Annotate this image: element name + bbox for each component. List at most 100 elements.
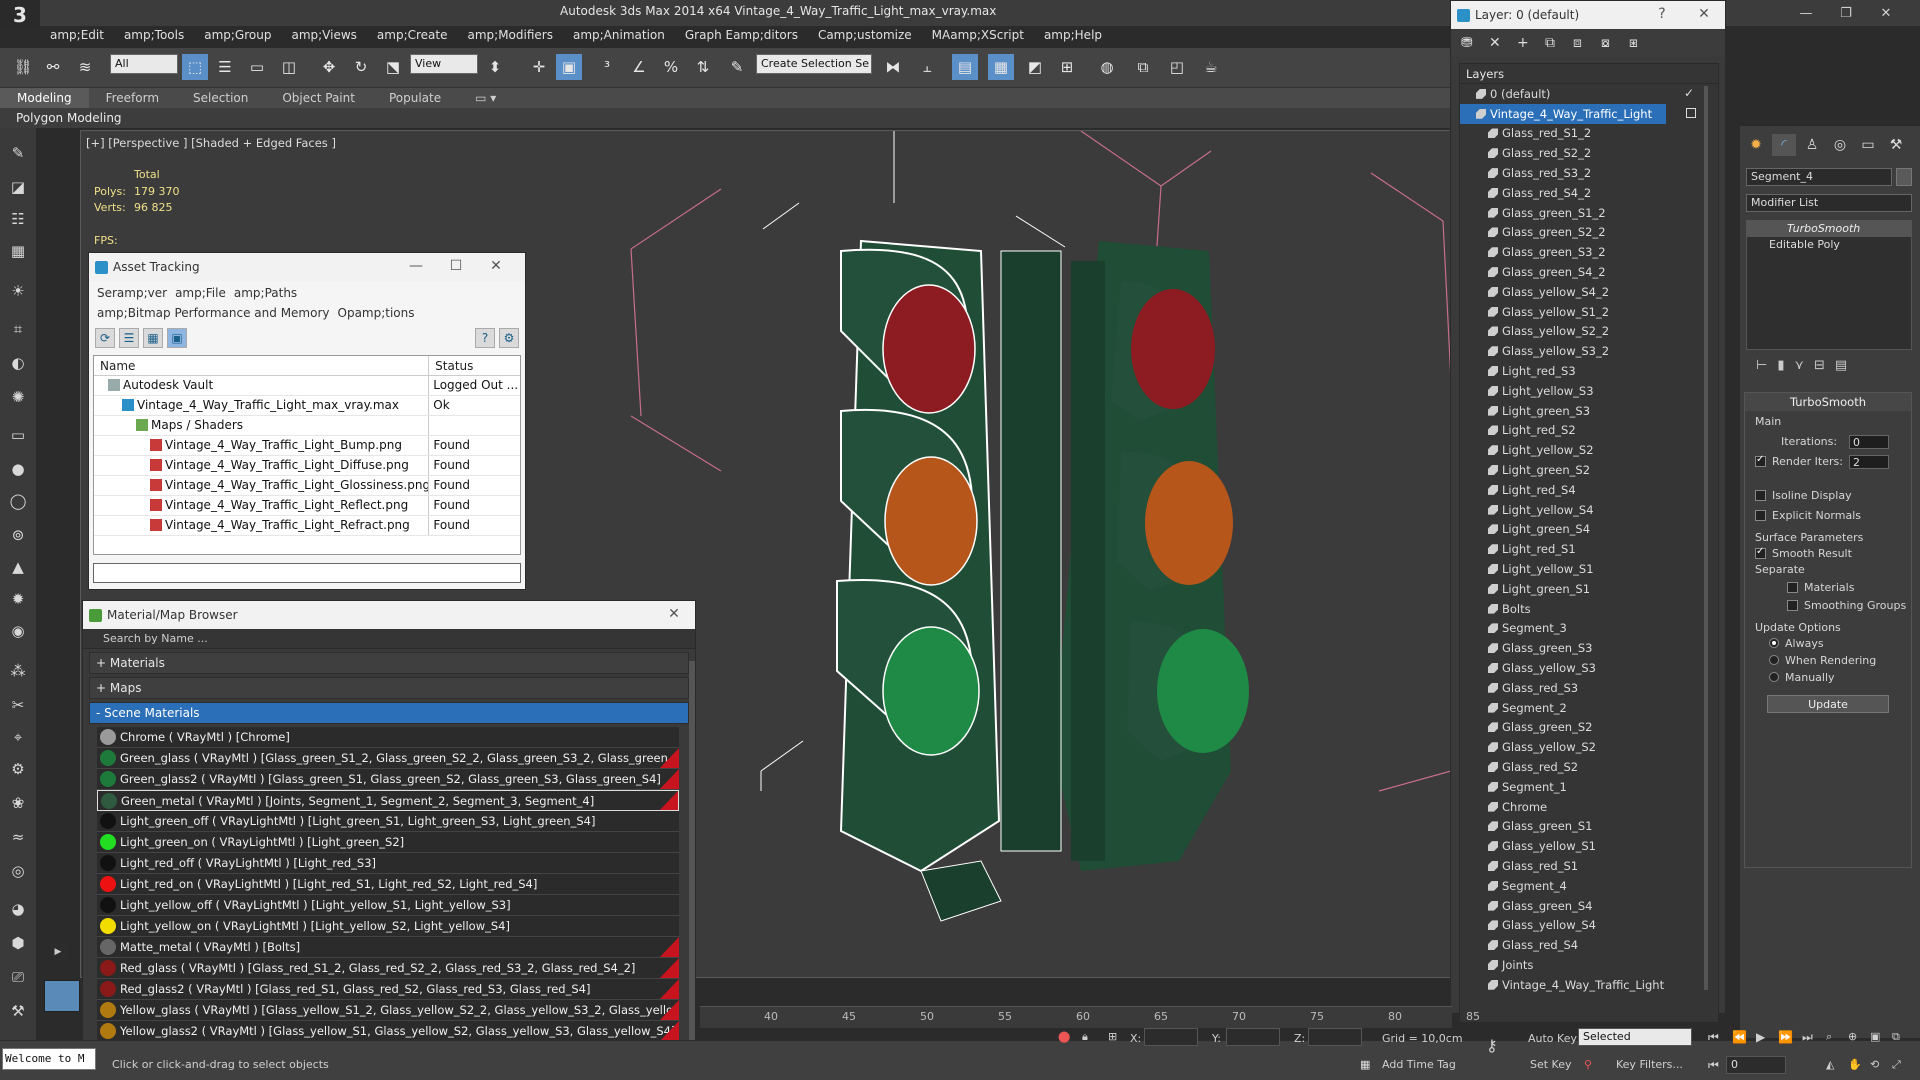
tab-modeling[interactable]: Modeling [0, 88, 89, 108]
minimize-icon[interactable]: — [405, 258, 427, 274]
layer-object-row[interactable]: Light_yellow_S2 [1460, 440, 1718, 460]
asset-path-field[interactable] [93, 563, 521, 583]
utilities-tab-icon[interactable]: ⚒ [1884, 134, 1908, 156]
render-production-icon[interactable]: ☕ [1198, 54, 1224, 80]
menu-views[interactable]: amp;Views [281, 26, 366, 46]
material-item[interactable]: Matte_metal ( VRayMtl ) [Bolts] [97, 937, 679, 958]
move-icon[interactable]: ✥ [316, 54, 342, 80]
list-view-icon[interactable]: ☰ [119, 328, 139, 348]
layer-object-row[interactable]: Joints [1460, 955, 1718, 975]
material-item[interactable]: Red_glass ( VRayMtl ) [Glass_red_S1_2, G… [97, 958, 679, 979]
zoom-extents-all-icon[interactable]: ⧉ [1892, 1030, 1900, 1044]
app-menu-button[interactable]: 3 [0, 0, 40, 30]
layer-object-row[interactable]: Glass_green_S3 [1460, 638, 1718, 658]
menu-tools[interactable]: amp;Tools [114, 26, 194, 46]
material-item[interactable]: Light_green_on ( VRayLightMtl ) [Light_g… [97, 832, 679, 853]
select-manipulate-icon[interactable]: ✛ [526, 54, 552, 80]
material-item[interactable]: Red_glass2 ( VRayMtl ) [Glass_red_S1, Gl… [97, 979, 679, 1000]
add-time-tag-icon[interactable]: ▦ [1360, 1058, 1370, 1071]
set-current-layer-icon[interactable]: ⧇ [1601, 35, 1623, 51]
tab-object-paint[interactable]: Object Paint [265, 88, 372, 108]
layer-object-row[interactable]: Segment_3 [1460, 619, 1718, 639]
close-icon[interactable]: ✕ [485, 258, 507, 274]
layer-object-row[interactable]: Segment_1 [1460, 777, 1718, 797]
layer-object-row[interactable]: Glass_yellow_S2_2 [1460, 322, 1718, 342]
asset-row[interactable]: Autodesk Vault Logged Out ... [94, 376, 520, 396]
when-rendering-radio[interactable] [1769, 655, 1779, 665]
manually-radio[interactable] [1769, 672, 1779, 682]
material-item[interactable]: Green_glass2 ( VRayMtl ) [Glass_green_S1… [97, 769, 679, 790]
auto-key-button[interactable]: Auto Key [1528, 1032, 1577, 1045]
col-name[interactable]: Name [94, 356, 430, 375]
torus-icon[interactable]: ◯ [6, 490, 30, 512]
layer-object-row[interactable]: Glass_yellow_S4 [1460, 915, 1718, 935]
modifier-list-dropdown[interactable]: Modifier List [1746, 194, 1912, 212]
configure-sets-icon[interactable]: ▤ [1835, 358, 1847, 378]
layer-object-row[interactable]: Glass_red_S4_2 [1460, 183, 1718, 203]
set-key-icon[interactable]: ⚲ [1584, 1058, 1592, 1071]
orbit-icon[interactable]: ⟲ [1870, 1058, 1879, 1071]
object-color-swatch[interactable] [1896, 168, 1912, 186]
layer-explorer-icon[interactable]: ▤ [952, 54, 978, 80]
col-status[interactable]: Status [429, 356, 520, 375]
select-object-icon[interactable]: ⬚ [182, 54, 208, 80]
modify-tab-icon[interactable]: ◜ [1772, 134, 1796, 156]
set-key-button[interactable]: Set Key [1530, 1058, 1572, 1071]
layer-scrollbar[interactable] [1704, 86, 1708, 990]
at-menu-bitmap[interactable]: amp;Bitmap Performance and Memory [93, 303, 334, 323]
play-icon[interactable]: ▶ [1756, 1030, 1765, 1044]
layer-object-row[interactable]: Glass_red_S3_2 [1460, 163, 1718, 183]
selection-filter-dropdown[interactable]: All [110, 54, 178, 74]
sun-icon[interactable]: ✹ [6, 588, 30, 610]
maximize-viewport-icon[interactable]: ⤢ [1892, 1058, 1901, 1072]
sphere-icon[interactable]: ● [6, 458, 30, 480]
help-icon[interactable]: ? [1651, 6, 1673, 22]
close-icon[interactable]: ✕ [663, 606, 685, 622]
box-icon[interactable]: ▭ [6, 424, 30, 446]
menu-graph-editors[interactable]: Graph Eamp;ditors [675, 26, 808, 46]
menu-animation[interactable]: amp;Animation [563, 26, 675, 46]
grid-icon[interactable]: ▦ [6, 240, 30, 262]
y-field[interactable] [1226, 1028, 1280, 1046]
light-icon[interactable]: ☀ [6, 280, 30, 302]
at-menu-options[interactable]: Opamp;tions [334, 303, 419, 323]
percent-snap-icon[interactable]: % [658, 54, 684, 80]
hierarchy-icon[interactable]: ☷ [6, 208, 30, 230]
layer-object-row[interactable]: Glass_green_S4 [1460, 896, 1718, 916]
layer-object-row[interactable]: Segment_2 [1460, 698, 1718, 718]
stack-item-editable-poly[interactable]: Editable Poly [1747, 237, 1911, 253]
layer-filter-icon[interactable]: ⛃ [1461, 35, 1483, 51]
close-icon[interactable]: ✕ [1866, 2, 1906, 24]
tab-populate[interactable]: Populate [372, 88, 458, 108]
always-radio[interactable] [1769, 638, 1779, 648]
layer-object-row[interactable]: Light_yellow_S3 [1460, 381, 1718, 401]
display-icon[interactable]: ⎚ [6, 966, 30, 988]
add-layer-icon[interactable]: + [1517, 35, 1539, 51]
section-maps[interactable]: + Maps [89, 677, 689, 699]
section-scene-materials[interactable]: - Scene Materials [89, 702, 689, 724]
reference-coordinate-dropdown[interactable]: View [410, 54, 478, 74]
layer-row[interactable]: Vintage_4_Way_Traffic_Light [1460, 103, 1696, 124]
edit-named-selection-icon[interactable]: ✎ [724, 54, 750, 80]
snap-toggle-icon[interactable]: ³ [594, 54, 620, 80]
layer-object-row[interactable]: Glass_red_S1_2 [1460, 124, 1718, 144]
layer-object-row[interactable]: Glass_yellow_S1 [1460, 836, 1718, 856]
layer-object-row[interactable]: Light_yellow_S1 [1460, 559, 1718, 579]
zoom-extents-icon[interactable]: ▣ [1870, 1030, 1880, 1043]
minimize-icon[interactable]: — [1786, 2, 1826, 24]
material-item[interactable]: Yellow_glass ( VRayMtl ) [Glass_yellow_S… [97, 1000, 679, 1021]
material-item[interactable]: Light_red_on ( VRayLightMtl ) [Light_red… [97, 874, 679, 895]
iterations-spinner[interactable]: 0 [1849, 435, 1889, 449]
material-item[interactable]: Green_glass ( VRayMtl ) [Glass_green_S1_… [97, 748, 679, 769]
layer-object-row[interactable]: Light_green_S1 [1460, 579, 1718, 599]
layer-object-row[interactable]: Glass_red_S1 [1460, 856, 1718, 876]
layer-object-row[interactable]: Glass_red_S2 [1460, 757, 1718, 777]
help-icon[interactable]: ? [475, 328, 495, 348]
delete-layer-icon[interactable]: ✕ [1489, 35, 1511, 51]
isoline-checkbox[interactable] [1755, 490, 1766, 501]
asset-row[interactable]: Vintage_4_Way_Traffic_Light_Bump.png Foun… [94, 436, 520, 456]
asset-row[interactable]: Vintage_4_Way_Traffic_Light_Glossiness.p… [94, 476, 520, 496]
utility-icon[interactable]: ⚒ [6, 1000, 30, 1022]
expand-arrow-icon[interactable]: ▶ [50, 944, 66, 960]
named-selection-dropdown[interactable]: Create Selection Se [756, 54, 872, 74]
